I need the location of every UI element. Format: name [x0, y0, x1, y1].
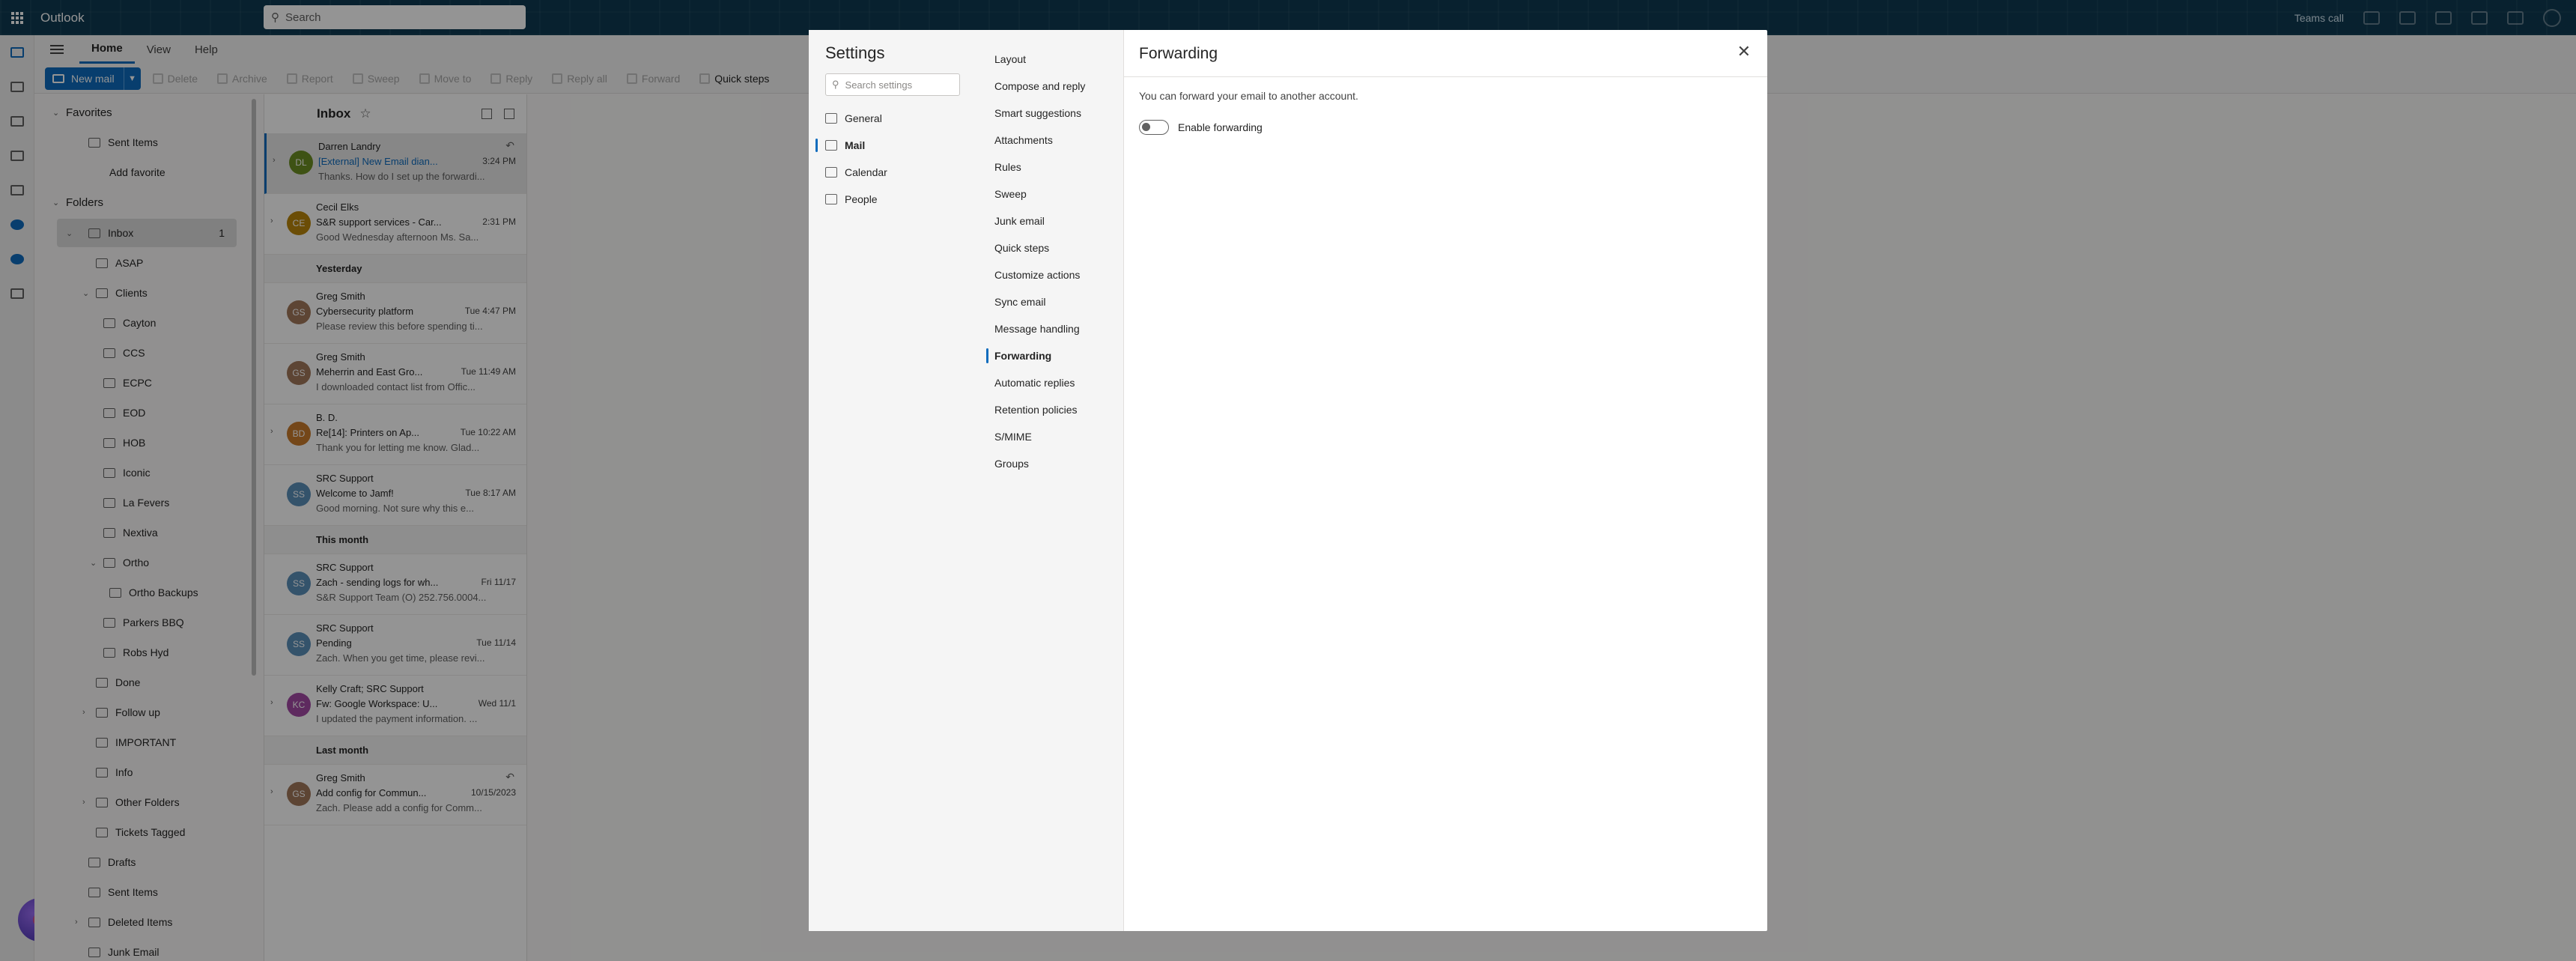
category-label: Calendar: [845, 166, 887, 178]
subcategory-forwarding[interactable]: Forwarding: [979, 342, 1123, 369]
subcategory-sweep[interactable]: Sweep: [979, 181, 1123, 207]
category-general[interactable]: General: [825, 105, 979, 132]
enable-forwarding-label: Enable forwarding: [1178, 121, 1263, 133]
category-label: People: [845, 193, 878, 205]
forwarding-description: You can forward your email to another ac…: [1139, 90, 1358, 102]
settings-dialog: Settings ⚲ Search settings General Mail …: [809, 30, 1767, 931]
category-label: Mail: [845, 139, 866, 151]
subcategory-automatic-replies[interactable]: Automatic replies: [979, 369, 1123, 396]
enable-forwarding-row: Enable forwarding: [1139, 120, 1752, 135]
subcategory-compose-and-reply[interactable]: Compose and reply: [979, 73, 1123, 100]
pane-title: Forwarding: [1139, 45, 1218, 62]
subcategory-smart-suggestions[interactable]: Smart suggestions: [979, 100, 1123, 127]
category-people[interactable]: People: [825, 186, 979, 213]
settings-title: Settings: [825, 43, 885, 62]
people-icon: [825, 194, 837, 204]
subcategory-sync-email[interactable]: Sync email: [979, 288, 1123, 315]
subcategory-retention-policies[interactable]: Retention policies: [979, 396, 1123, 423]
settings-categories: Settings ⚲ Search settings General Mail …: [809, 30, 979, 931]
close-icon[interactable]: ✕: [1737, 42, 1751, 61]
settings-search-input[interactable]: ⚲ Search settings: [825, 73, 960, 96]
subcategory-message-handling[interactable]: Message handling: [979, 315, 1123, 342]
settings-search-placeholder: Search settings: [845, 79, 913, 91]
subcategory-rules[interactable]: Rules: [979, 154, 1123, 181]
subcategory-smime[interactable]: S/MIME: [979, 423, 1123, 450]
mail-icon: [825, 140, 837, 151]
enable-forwarding-toggle[interactable]: [1139, 120, 1169, 135]
subcategory-groups[interactable]: Groups: [979, 450, 1123, 477]
calendar-icon: [825, 167, 837, 178]
search-icon: ⚲: [832, 79, 839, 90]
category-mail[interactable]: Mail: [815, 132, 979, 159]
subcategory-customize-actions[interactable]: Customize actions: [979, 261, 1123, 288]
subcategory-quick-steps[interactable]: Quick steps: [979, 234, 1123, 261]
subcategory-attachments[interactable]: Attachments: [979, 127, 1123, 154]
toggle-knob: [1142, 123, 1150, 131]
subcategory-junk-email[interactable]: Junk email: [979, 207, 1123, 234]
category-label: General: [845, 112, 882, 124]
forwarding-pane: Forwarding ✕ You can forward your email …: [1124, 30, 1767, 931]
gear-icon: [825, 113, 837, 124]
mail-subcategories: Layout Compose and reply Smart suggestio…: [979, 30, 1124, 931]
divider: [1124, 76, 1767, 77]
category-calendar[interactable]: Calendar: [825, 159, 979, 186]
subcategory-layout[interactable]: Layout: [979, 46, 1123, 73]
